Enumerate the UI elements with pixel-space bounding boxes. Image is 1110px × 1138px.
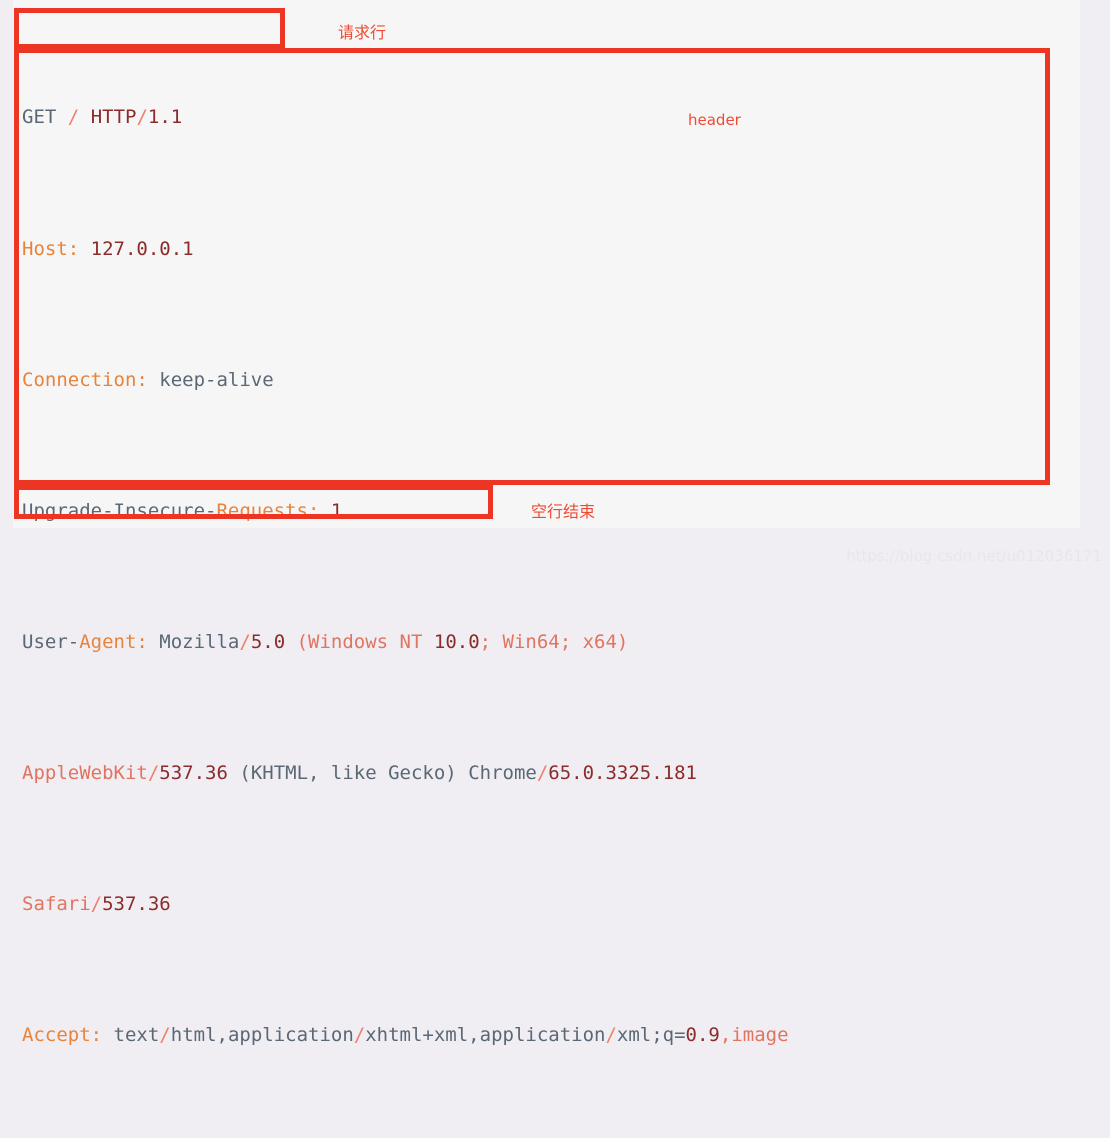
code-line-header: Accept: text/html,application/xhtml+xml,… [22, 1014, 1052, 1058]
code-token: / [147, 761, 160, 784]
code-token: User- [22, 630, 80, 653]
code-token: ,image [719, 1024, 789, 1047]
code-token: / [605, 1024, 617, 1047]
code-token: 537.36 [102, 892, 171, 915]
code-token: xhtml+xml,application [365, 1024, 606, 1047]
code-token: (KHTML, like Gecko) [239, 761, 457, 784]
code-token: / [239, 630, 251, 653]
code-token: Agent: [79, 630, 148, 653]
code-token: xml;q= [616, 1024, 686, 1047]
code-token: / [90, 892, 103, 915]
code-token: 10.0 [433, 630, 480, 653]
code-token: 5.0 [250, 630, 286, 653]
request-line-highlight-box [14, 8, 285, 49]
code-token: 65.0.3325.181 [548, 761, 697, 784]
code-token: Mozilla [159, 630, 240, 653]
code-token: ; Win64; x64) [479, 630, 629, 653]
code-token: AppleWebKit [22, 761, 148, 784]
code-token: html,application [170, 1024, 354, 1047]
code-token: Chrome [468, 761, 537, 784]
code-token: 537.36 [159, 761, 228, 784]
screen: GET / HTTP/1.1 Host: 127.0.0.1 Connectio… [0, 0, 1110, 1046]
code-line-header: AppleWebKit/537.36 (KHTML, like Gecko) C… [22, 752, 1052, 796]
code-token: text [113, 1024, 160, 1047]
watermark: https://blog.csdn.net/u012036171 [846, 547, 1102, 565]
code-token: Accept: [22, 1024, 103, 1047]
right-gutter [1080, 0, 1110, 528]
blank-line-highlight-box [14, 485, 493, 519]
code-token: / [536, 761, 549, 784]
code-token: (Windows NT [296, 630, 434, 653]
left-gutter [0, 0, 13, 528]
annotation-header: header [688, 111, 741, 129]
annotation-request-line: 请求行 [338, 23, 387, 42]
code-token: Safari [22, 892, 91, 915]
header-block-highlight-box [14, 48, 1050, 485]
code-line-header: User-Agent: Mozilla/5.0 (Windows NT 10.0… [22, 621, 1052, 665]
code-line-header: Safari/537.36 [22, 883, 1052, 927]
code-token: 0.9 [685, 1024, 720, 1047]
code-token: / [159, 1024, 171, 1047]
annotation-blank-line: 空行结束 [531, 502, 596, 521]
code-token: / [353, 1024, 366, 1047]
